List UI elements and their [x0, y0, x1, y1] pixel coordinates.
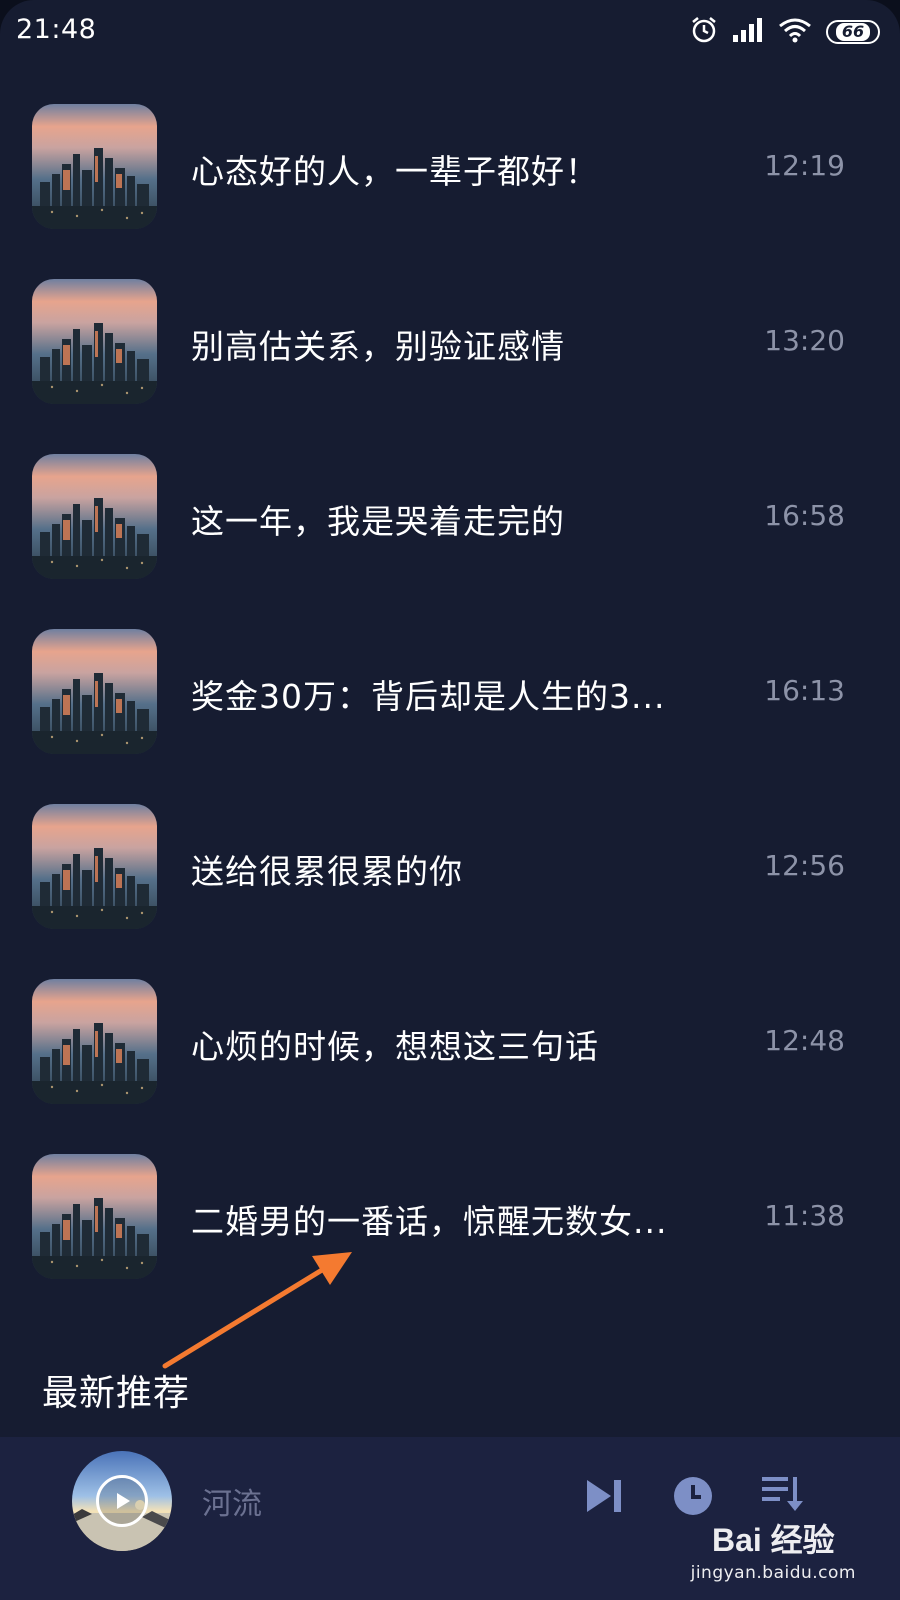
list-item[interactable]: 这一年，我是哭着走完的 16:58	[0, 435, 900, 610]
list-item[interactable]: 奖金30万：背后却是人生的3... 16:13	[0, 610, 900, 785]
article-title[interactable]: 二婚男的一番话，惊醒无数女...	[191, 1195, 741, 1243]
list-item[interactable]: 二婚男的一番话，惊醒无数女... 11:38	[0, 1135, 900, 1310]
screen: 21:48 66 心态好的人，一辈子都好！ 12:19 别高估关系，别验证感情 …	[0, 0, 900, 1600]
watermark-url: jingyan.baidu.com	[690, 1563, 856, 1583]
article-thumbnail[interactable]	[32, 1154, 157, 1279]
play-icon[interactable]	[96, 1475, 148, 1527]
baidu-jingyan-watermark: Bai 经验 jingyan.baidu.com	[691, 1515, 856, 1583]
alarm-icon	[690, 16, 718, 48]
article-time: 11:38	[764, 1199, 845, 1232]
watermark-logo: Bai 经验	[711, 1522, 835, 1558]
status-time: 21:48	[16, 14, 97, 45]
article-title[interactable]: 奖金30万：背后却是人生的3...	[191, 670, 741, 718]
article-title[interactable]: 送给很累很累的你	[191, 845, 741, 893]
article-time: 16:13	[764, 674, 845, 707]
article-time: 12:56	[764, 849, 845, 882]
article-time: 12:48	[764, 1024, 845, 1057]
article-thumbnail[interactable]	[32, 104, 157, 229]
list-item[interactable]: 心态好的人，一辈子都好！ 12:19	[0, 85, 900, 260]
article-thumbnail[interactable]	[32, 804, 157, 929]
article-title[interactable]: 心烦的时候，想想这三句话	[191, 1020, 741, 1068]
status-bar: 21:48 66	[0, 0, 900, 62]
next-icon[interactable]	[584, 1477, 624, 1519]
playlist-icon[interactable]	[760, 1473, 804, 1519]
player-cover[interactable]	[72, 1451, 172, 1551]
article-thumbnail[interactable]	[32, 979, 157, 1104]
player-track-title: 河流	[202, 1487, 262, 1522]
article-list: 心态好的人，一辈子都好！ 12:19 别高估关系，别验证感情 13:20 这一年…	[0, 85, 900, 1310]
article-thumbnail[interactable]	[32, 454, 157, 579]
article-title[interactable]: 这一年，我是哭着走完的	[191, 495, 741, 543]
article-title[interactable]: 别高估关系，别验证感情	[191, 320, 741, 368]
article-time: 13:20	[764, 324, 845, 357]
battery-icon: 66	[826, 20, 880, 44]
battery-level: 66	[835, 23, 871, 41]
article-thumbnail[interactable]	[32, 629, 157, 754]
section-label-latest[interactable]: 最新推荐	[42, 1364, 190, 1416]
wifi-icon	[778, 17, 812, 47]
list-item[interactable]: 送给很累很累的你 12:56	[0, 785, 900, 960]
list-item[interactable]: 心烦的时候，想想这三句话 12:48	[0, 960, 900, 1135]
article-time: 16:58	[764, 499, 845, 532]
player-bar[interactable]: 河流 Bai 经验 jingyan.baidu.com	[0, 1437, 900, 1600]
list-item[interactable]: 别高估关系，别验证感情 13:20	[0, 260, 900, 435]
article-title[interactable]: 心态好的人，一辈子都好！	[191, 145, 741, 193]
article-thumbnail[interactable]	[32, 279, 157, 404]
article-time: 12:19	[764, 149, 845, 182]
signal-icon	[732, 17, 764, 47]
status-icons: 66	[690, 16, 880, 48]
